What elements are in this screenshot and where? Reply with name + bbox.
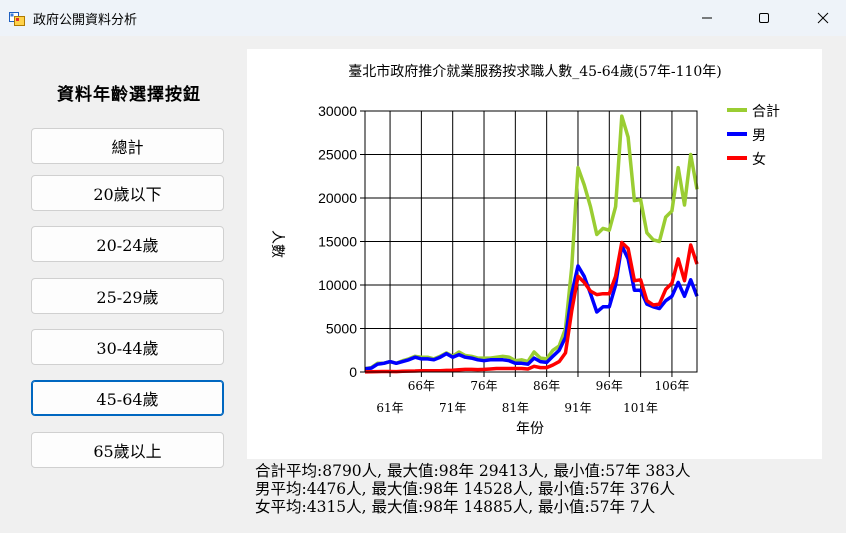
stats-female: 女平均:4315人, 最大值:98年 14885人, 最小值:57年 7人 (255, 498, 656, 516)
y-tick-label: 20000 (318, 190, 357, 206)
chart-title: 臺北市政府推介就業服務按求職人數_45-64歲(57年-110年) (348, 63, 722, 80)
legend-label: 女 (752, 151, 766, 168)
age-button-under-20[interactable]: 20歲以下 (31, 175, 224, 211)
line-chart: 臺北市政府推介就業服務按求職人數_45-64歲(57年-110年) 0 5000 1… (269, 63, 780, 437)
panel-heading: 資料年齡選擇按鈕 (57, 85, 201, 105)
x-tick-label: 106年 (654, 379, 689, 393)
stats-male: 男平均:4476人, 最大值:98年 14528人, 最小值:57年 376人 (255, 480, 676, 498)
age-button-65-plus[interactable]: 65歲以上 (31, 432, 224, 468)
x-tick-label: 96年 (596, 379, 623, 393)
minimize-icon (702, 17, 712, 19)
y-tick-label: 30000 (318, 103, 357, 119)
window-title: 政府公開資料分析 (33, 13, 138, 28)
chart-area: 臺北市政府推介就業服務按求職人數_45-64歲(57年-110年) 0 5000 1… (247, 49, 822, 459)
series-line-0 (364, 114, 699, 371)
x-tick-label: 61年 (376, 401, 403, 415)
series-line-1 (364, 243, 699, 371)
series-line-2 (364, 240, 699, 374)
stats-total: 合計平均:8790人, 最大值:98年 29413人, 最小值:57年 383人 (255, 462, 691, 480)
y-tick-label: 10000 (318, 277, 357, 293)
x-tick-label: 91年 (564, 401, 591, 415)
age-button-20-24[interactable]: 20-24歲 (31, 226, 224, 262)
close-icon (817, 12, 829, 24)
legend-label: 男 (752, 128, 766, 144)
age-button-30-44[interactable]: 30-44歲 (31, 329, 224, 365)
maximize-button[interactable] (741, 0, 787, 36)
close-button[interactable] (800, 0, 846, 36)
stats-block: 合計平均:8790人, 最大值:98年 29413人, 最小值:57年 383人… (255, 462, 691, 516)
x-axis-label: 年份 (516, 421, 544, 437)
title-bar: 政府公開資料分析 (0, 0, 846, 36)
y-axis-label: 人數 (269, 230, 285, 258)
age-button-total[interactable]: 總計 (31, 128, 224, 164)
form-app-icon (9, 12, 25, 26)
x-tick-label: 66年 (408, 379, 435, 393)
y-tick-label: 5000 (326, 321, 357, 337)
minimize-button[interactable] (684, 0, 730, 36)
x-tick-label: 71年 (439, 401, 466, 415)
y-tick-label: 25000 (318, 147, 357, 163)
maximize-icon (759, 13, 769, 23)
x-tick-label: 101年 (623, 401, 658, 415)
y-tick-label: 0 (349, 364, 357, 380)
age-button-45-64[interactable]: 45-64歲 (31, 380, 224, 416)
x-tick-label: 76年 (470, 379, 497, 393)
y-tick-label: 15000 (318, 234, 357, 250)
legend-label: 合計 (752, 104, 780, 120)
x-tick-label: 81年 (502, 401, 529, 415)
age-button-25-29[interactable]: 25-29歲 (31, 278, 224, 314)
x-tick-label: 86年 (533, 379, 560, 393)
